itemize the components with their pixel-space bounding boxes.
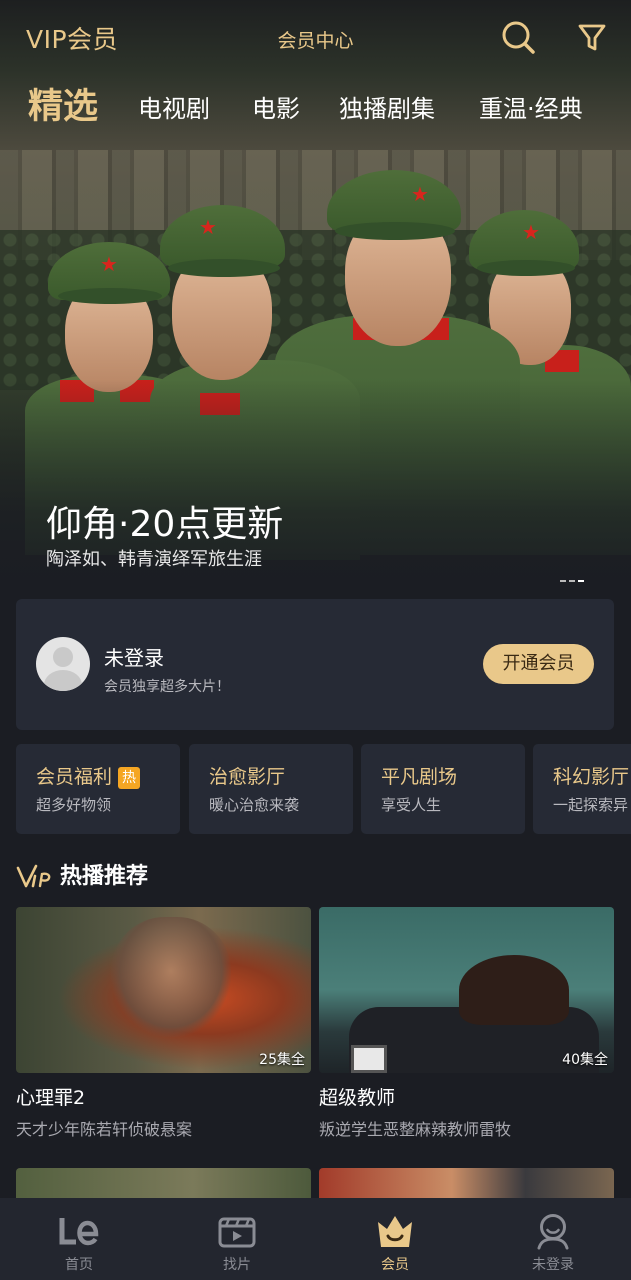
vip-page: ★ ★ ★ ★ 仰角·20点更新 陶泽如、韩青演绎军旅生涯 VIP会员 会员中心… <box>0 0 631 1280</box>
category-card-ordinary-theater[interactable]: 平凡剧场 享受人生 <box>361 744 525 834</box>
clapperboard-icon <box>218 1217 256 1248</box>
category-card-member-benefits[interactable]: 会员福利热 超多好物领 <box>16 744 180 834</box>
video-title[interactable]: 心理罪2 <box>16 1083 311 1110</box>
login-status[interactable]: 未登录 <box>104 642 164 671</box>
banner-title[interactable]: 仰角·20点更新 <box>46 495 283 547</box>
login-card[interactable]: 未登录 会员独享超多大片！ 开通会员 <box>16 599 614 730</box>
open-membership-button[interactable]: 开通会员 <box>483 644 594 684</box>
le-logo-icon <box>59 1218 99 1246</box>
vip-logo-icon <box>16 864 51 888</box>
section-title: 热播推荐 <box>60 864 149 889</box>
category-subtitle: 暖心治愈来袭 <box>209 796 300 814</box>
episode-count: 25集全 <box>259 1052 305 1068</box>
top-bar: VIP会员 会员中心 <box>0 0 631 76</box>
video-description: 叛逆学生恶整麻辣教师雷牧 <box>319 1120 512 1139</box>
search-button[interactable] <box>499 18 537 56</box>
category-tabs: 精选 电视剧 电影 独播剧集 重温·经典 <box>0 86 631 136</box>
tab-movies[interactable]: 电影 <box>252 86 300 132</box>
nav-label: 首页 <box>65 1257 93 1273</box>
category-title: 科幻影厅 <box>553 766 630 788</box>
bottom-navigation: 首页 找片 会员 未登录 <box>0 1198 631 1280</box>
pagination-dot <box>569 580 575 582</box>
episode-count: 40集全 <box>562 1052 608 1068</box>
category-subtitle: 享受人生 <box>381 796 442 814</box>
search-icon <box>502 21 535 54</box>
crown-icon <box>378 1216 412 1247</box>
tab-featured[interactable]: 精选 <box>28 84 98 130</box>
category-card-healing-cinema[interactable]: 治愈影厅 暖心治愈来袭 <box>189 744 353 834</box>
tab-exclusive-series[interactable]: 独播剧集 <box>339 86 435 132</box>
video-card[interactable]: 40集全 超级教师 叛逆学生恶整麻辣教师雷牧 <box>319 907 614 1140</box>
category-title-text: 会员福利 <box>36 766 113 788</box>
video-description: 天才少年陈若轩侦破悬案 <box>16 1120 193 1139</box>
banner-subtitle: 陶泽如、韩青演绎军旅生涯 <box>46 549 262 570</box>
thumbnail-image-detail <box>459 955 569 1025</box>
category-title: 治愈影厅 <box>209 766 286 788</box>
thumbnail-image <box>111 917 231 1037</box>
category-title: 平凡剧场 <box>381 766 458 788</box>
video-thumbnail[interactable]: 25集全 <box>16 907 311 1073</box>
pagination-dot-active <box>578 580 584 582</box>
thumbnail-image-detail <box>351 1045 387 1073</box>
filter-icon <box>578 24 606 51</box>
video-thumbnail[interactable]: 40集全 <box>319 907 614 1073</box>
nav-label: 会员 <box>381 1257 409 1273</box>
category-title: 会员福利热 <box>36 762 141 789</box>
category-subtitle: 一起探索异 <box>553 796 629 814</box>
avatar-body <box>44 670 82 691</box>
tab-classics[interactable]: 重温·经典 <box>479 86 583 132</box>
nav-label: 未登录 <box>532 1257 574 1273</box>
filter-button[interactable] <box>573 18 611 56</box>
nav-membership[interactable]: 会员 <box>316 1198 474 1280</box>
video-card[interactable]: 25集全 心理罪2 天才少年陈若轩侦破悬案 <box>16 907 311 1140</box>
avatar-head <box>53 647 73 667</box>
banner-pagination <box>560 567 587 586</box>
category-subtitle: 超多好物领 <box>36 796 112 814</box>
video-title[interactable]: 超级教师 <box>319 1083 614 1110</box>
hot-badge: 热 <box>118 767 141 789</box>
pagination-dot <box>560 580 566 582</box>
category-card-scifi-cinema[interactable]: 科幻影厅 一起探索异 <box>533 744 631 834</box>
nav-label: 找片 <box>223 1257 251 1273</box>
avatar[interactable] <box>36 637 90 691</box>
tab-tv-series[interactable]: 电视剧 <box>138 86 210 132</box>
login-description: 会员独享超多大片！ <box>104 679 230 695</box>
category-cards: 会员福利热 超多好物领 治愈影厅 暖心治愈来袭 平凡剧场 享受人生 科幻影厅 一… <box>16 744 631 834</box>
nav-find-movies[interactable]: 找片 <box>158 1198 316 1280</box>
user-icon <box>537 1214 569 1250</box>
nav-profile[interactable]: 未登录 <box>474 1198 631 1280</box>
nav-home[interactable]: 首页 <box>0 1198 158 1280</box>
